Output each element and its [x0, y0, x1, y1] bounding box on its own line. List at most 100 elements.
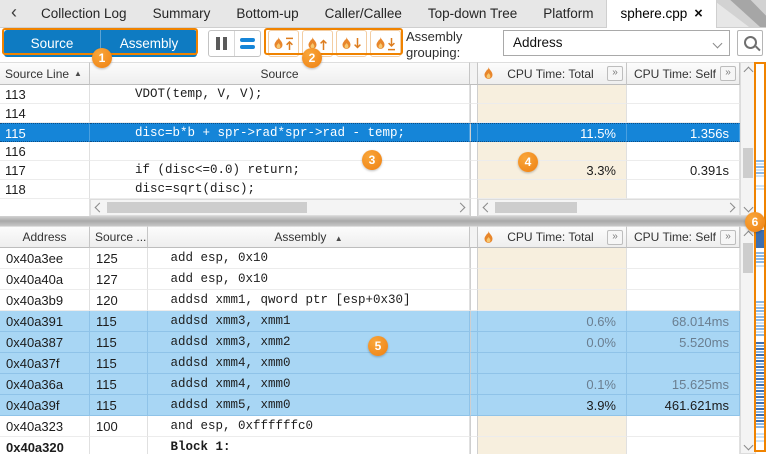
list-layout-button[interactable]: [234, 31, 260, 56]
heat-line: [756, 384, 764, 386]
tab-top-down-tree[interactable]: Top-down Tree: [415, 0, 530, 27]
tab-label: Platform: [543, 6, 593, 21]
instruction-address: 0x40a323: [0, 416, 90, 437]
pause-button[interactable]: [209, 31, 234, 56]
column-header-label: CPU Time: Self: [630, 230, 720, 244]
column-header-source[interactable]: Source: [90, 62, 470, 85]
cpu-self-value: [627, 269, 740, 290]
scrollbar-thumb[interactable]: [743, 243, 753, 273]
scroll-up-icon[interactable]: [743, 67, 753, 77]
source-line-number: 125: [90, 248, 148, 269]
source-line-number: 127: [90, 269, 148, 290]
tab-caller-callee[interactable]: Caller/Callee: [312, 0, 415, 27]
column-header-cpu-total[interactable]: CPU Time: Total »: [478, 62, 627, 85]
source-cpu-hscrollbar[interactable]: [478, 199, 740, 216]
source-line-number: 113: [0, 85, 90, 104]
heat-line: [756, 381, 764, 383]
scroll-right-icon[interactable]: [456, 203, 466, 213]
assembly-row[interactable]: 0x40a323100 and esp, 0xffffffc0: [0, 416, 740, 437]
heat-line: [756, 301, 764, 303]
cpu-self-value: [627, 353, 740, 374]
cpu-self-value: 68.014ms: [627, 311, 740, 332]
source-line-number: 117: [0, 161, 90, 180]
tab-summary[interactable]: Summary: [140, 0, 224, 27]
assembly-row[interactable]: 0x40a36a115 addsd xmm4, xmm00.1%15.625ms: [0, 374, 740, 395]
toolbar: Source Assembly Assembly grouping:: [0, 27, 766, 62]
assembly-table: 0x40a3ee125 add esp, 0x100x40a40a127 add…: [0, 248, 740, 454]
source-row[interactable]: 113 VDOT(temp, V, V);: [0, 85, 740, 104]
source-line-number: 120: [90, 290, 148, 311]
assembly-code: and esp, 0xffffffc0: [148, 416, 470, 437]
source-row[interactable]: 115 disc=b*b + spr->rad*spr->rad - temp;…: [0, 123, 740, 142]
chevron-down-icon: [713, 39, 723, 49]
expand-column-button[interactable]: »: [607, 230, 623, 245]
cpu-total-value: [478, 180, 627, 199]
scroll-down-icon[interactable]: [743, 440, 753, 450]
cpu-total-value: [478, 142, 627, 161]
cpu-self-value: 5.520ms: [627, 332, 740, 353]
column-header-source-line[interactable]: Source Line ▲: [0, 62, 90, 85]
source-line-number: 115: [90, 395, 148, 416]
expand-column-button[interactable]: »: [607, 66, 623, 81]
arrow-up-icon: [319, 37, 328, 51]
column-header-address[interactable]: Address: [0, 226, 90, 248]
column-header-assembly[interactable]: Assembly ▲: [148, 226, 470, 248]
assembly-row[interactable]: 0x40a40a127 add esp, 0x10: [0, 269, 740, 290]
cpu-total-value: [478, 416, 627, 437]
instruction-address: 0x40a3ee: [0, 248, 90, 269]
tab-bottom-up[interactable]: Bottom-up: [223, 0, 311, 27]
source-row[interactable]: 117 if (disc<=0.0) return;3.3%0.391s: [0, 161, 740, 180]
scrollbar-thumb[interactable]: [743, 148, 753, 178]
heat-line: [756, 246, 764, 248]
column-header-source-line[interactable]: Source ...: [90, 226, 148, 248]
source-view-button[interactable]: Source: [4, 30, 101, 57]
scroll-up-icon[interactable]: [743, 231, 753, 241]
tab-collection-log[interactable]: Collection Log: [28, 0, 140, 27]
source-hscrollbar[interactable]: [90, 199, 470, 216]
scroll-right-icon[interactable]: [726, 203, 736, 213]
search-button[interactable]: [737, 30, 763, 56]
heat-line: [756, 325, 764, 327]
assembly-row[interactable]: 0x40a3ee125 add esp, 0x10: [0, 248, 740, 269]
assembly-row[interactable]: 0x40a320 Block 1:: [0, 437, 740, 454]
go-to-biggest-hotspot-button[interactable]: [268, 30, 299, 57]
source-row[interactable]: 118 disc=sqrt(disc);: [0, 180, 740, 199]
assembly-row[interactable]: 0x40a391115 addsd xmm3, xmm10.6%68.014ms: [0, 311, 740, 332]
column-header-cpu-total[interactable]: CPU Time: Total »: [478, 226, 627, 248]
heat-line: [756, 402, 764, 404]
source-row[interactable]: 116: [0, 142, 740, 161]
go-to-next-hotspot-button[interactable]: [336, 30, 367, 57]
pane-splitter[interactable]: [0, 216, 766, 226]
expand-column-button[interactable]: »: [720, 230, 736, 245]
back-icon[interactable]: ‹: [0, 0, 28, 27]
assembly-grouping-select[interactable]: Address: [503, 30, 730, 56]
tab-platform[interactable]: Platform: [530, 0, 606, 27]
column-header-cpu-self[interactable]: CPU Time: Self »: [627, 62, 740, 85]
expand-column-button[interactable]: »: [720, 66, 736, 81]
assembly-row[interactable]: 0x40a39f115 addsd xmm5, xmm03.9%461.621m…: [0, 395, 740, 416]
scroll-left-icon[interactable]: [95, 203, 105, 213]
scroll-left-icon[interactable]: [483, 203, 493, 213]
cpu-total-value: [478, 353, 627, 374]
heat-line: [756, 163, 764, 165]
assembly-row[interactable]: 0x40a3b9120 addsd xmm1, qword ptr [esp+0…: [0, 290, 740, 311]
tab-label: Caller/Callee: [325, 6, 402, 21]
scrollbar-thumb[interactable]: [107, 202, 307, 213]
assembly-row[interactable]: 0x40a37f115 addsd xmm4, xmm0: [0, 353, 740, 374]
assembly-row[interactable]: 0x40a387115 addsd xmm3, xmm20.0%5.520ms: [0, 332, 740, 353]
assembly-view-button[interactable]: Assembly: [101, 30, 197, 57]
cpu-total-value: [478, 290, 627, 311]
column-gap: [470, 142, 478, 161]
hotspot-heat-strip[interactable]: [754, 62, 766, 452]
scroll-down-icon[interactable]: [743, 202, 753, 212]
go-to-last-hotspot-button[interactable]: [370, 30, 401, 57]
heat-line: [756, 440, 764, 442]
source-row[interactable]: 114: [0, 104, 740, 123]
heat-line: [756, 252, 764, 254]
column-header-cpu-self[interactable]: CPU Time: Self »: [627, 226, 740, 248]
scrollbar-thumb[interactable]: [495, 202, 577, 213]
heat-line: [756, 426, 764, 428]
tab-sphere-cpp[interactable]: sphere.cpp×: [606, 0, 716, 28]
tab-close-icon[interactable]: ×: [694, 6, 702, 22]
go-to-prev-hotspot-button[interactable]: [302, 30, 333, 57]
